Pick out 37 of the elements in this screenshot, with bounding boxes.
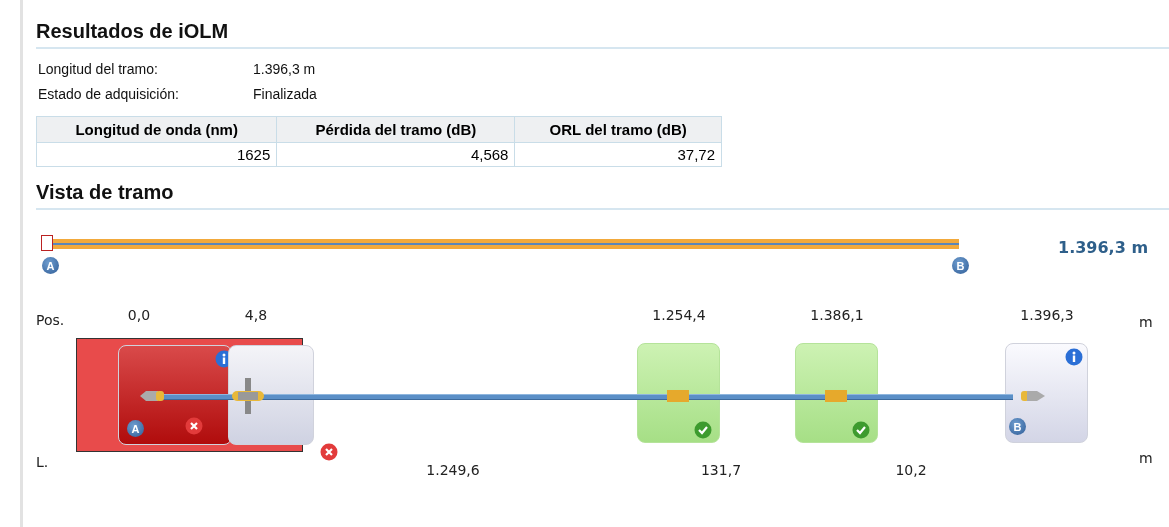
table-cell: 4,568 bbox=[276, 142, 515, 167]
segment-length: 1.249,6 bbox=[426, 462, 480, 478]
splice-icon bbox=[667, 390, 689, 402]
connector-plug-icon bbox=[1021, 388, 1047, 404]
segment-length: 10,2 bbox=[895, 462, 927, 478]
splice-icon bbox=[825, 390, 847, 402]
splice-event[interactable] bbox=[795, 343, 878, 443]
splice-event[interactable] bbox=[637, 343, 720, 443]
row-label: L. bbox=[36, 454, 49, 470]
field-label: Longitud del tramo: bbox=[38, 61, 159, 77]
column-header: Pérdida del tramo (dB) bbox=[276, 116, 515, 143]
info-icon[interactable] bbox=[1065, 348, 1083, 366]
field-label: Estado de adquisición: bbox=[38, 86, 180, 102]
table-cell: 37,72 bbox=[514, 142, 722, 167]
column-header: Longitud de onda (nm) bbox=[36, 116, 277, 143]
table-cell: 1625 bbox=[36, 142, 277, 167]
unit-label: m bbox=[1139, 450, 1153, 466]
row-label: Pos. bbox=[36, 312, 65, 328]
end-a-badge: A bbox=[42, 257, 59, 274]
span-length: 1.396,3 m bbox=[1058, 238, 1149, 257]
event-position: 0,0 bbox=[127, 307, 151, 323]
section-title: Vista de tramo bbox=[36, 167, 1169, 210]
event-position: 1.254,4 bbox=[652, 307, 706, 323]
field-value: Finalizada bbox=[253, 86, 318, 102]
field-value: 1.396,3 m bbox=[253, 61, 317, 77]
connector-plug-icon bbox=[140, 388, 166, 404]
end-b-badge: B bbox=[952, 257, 969, 274]
event-position: 1.386,1 bbox=[810, 307, 864, 323]
event-position: 4,8 bbox=[244, 307, 268, 323]
segment-length: 131,7 bbox=[700, 462, 742, 478]
event-position: 1.396,3 bbox=[1020, 307, 1074, 323]
position-marker[interactable] bbox=[41, 235, 53, 251]
section-title: Resultados de iOLM bbox=[36, 0, 1169, 49]
connector-event[interactable] bbox=[228, 345, 314, 445]
column-header: ORL del tramo (dB) bbox=[514, 116, 722, 143]
end-event[interactable] bbox=[1005, 343, 1088, 443]
unit-label: m bbox=[1139, 314, 1153, 330]
